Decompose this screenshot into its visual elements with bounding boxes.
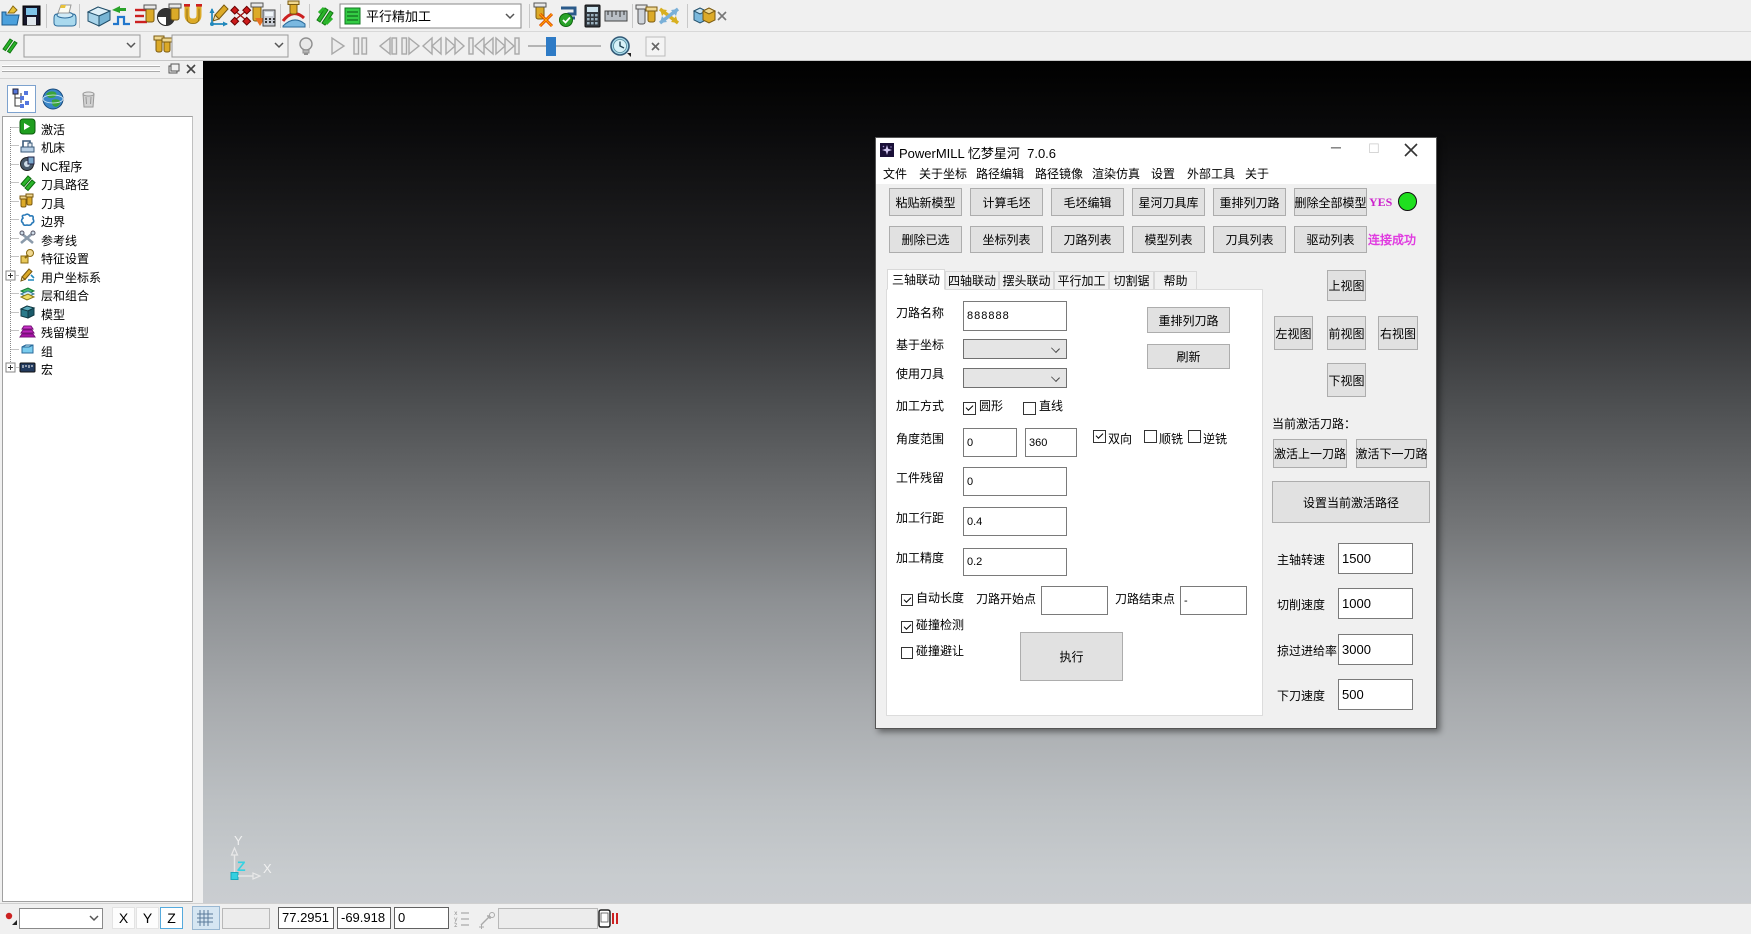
svg-text:Y: Y xyxy=(234,833,243,848)
svg-text:Z: Z xyxy=(237,858,246,874)
svg-text:X: X xyxy=(263,861,272,876)
svg-text:平行精加工: 平行精加工 xyxy=(366,9,431,24)
svg-text:z: z xyxy=(454,922,458,929)
